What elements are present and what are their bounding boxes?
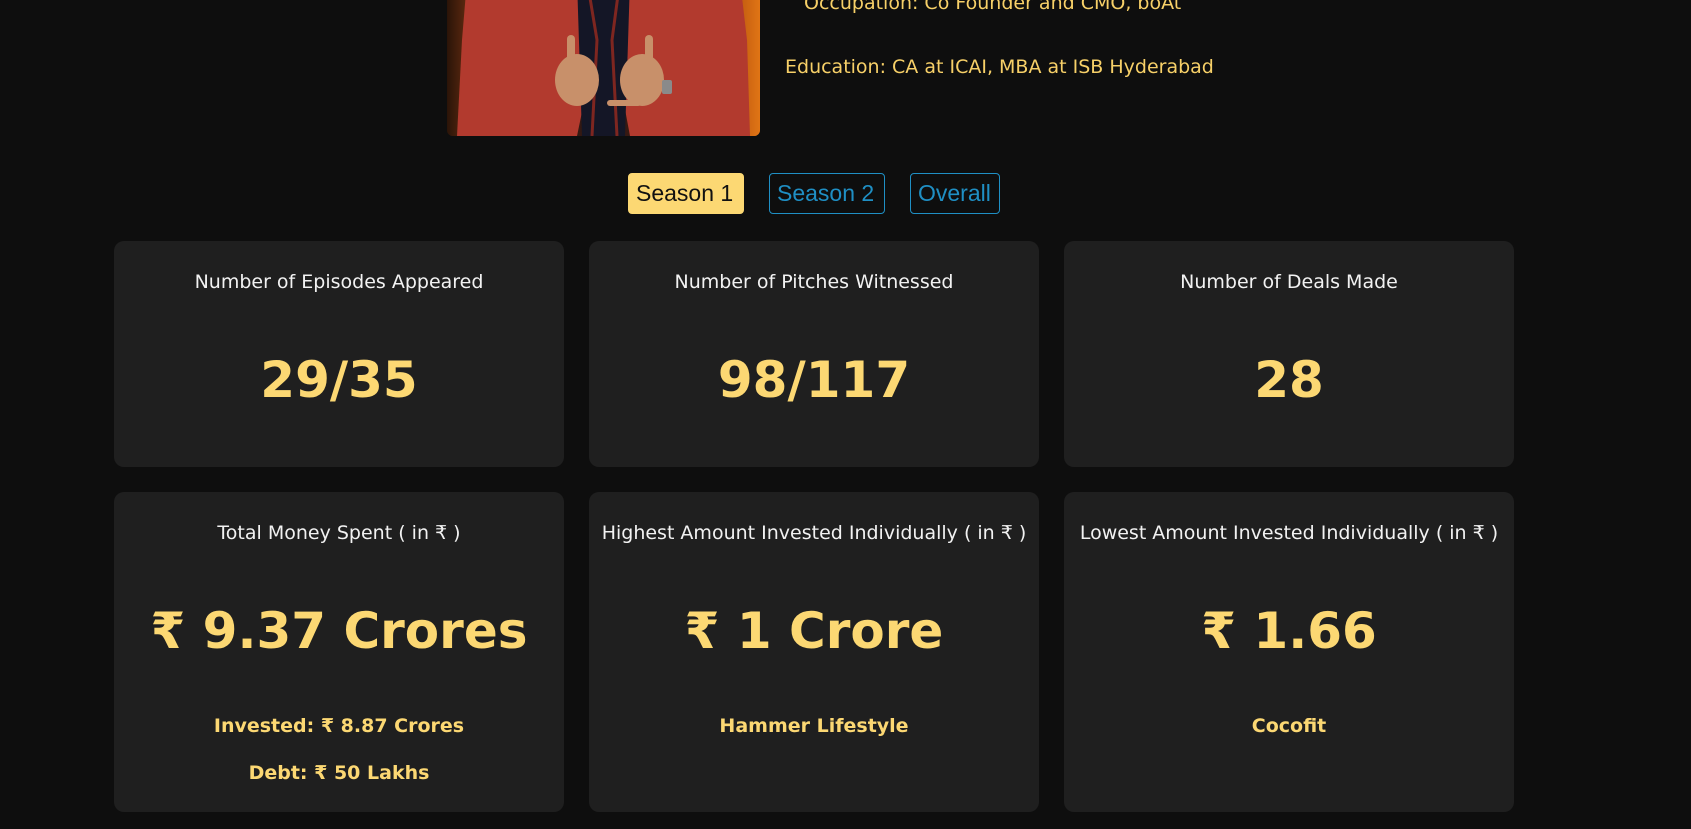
debt-amount: Debt: ₹ 50 Lakhs bbox=[248, 762, 430, 784]
card-title: Number of Deals Made bbox=[1180, 271, 1398, 293]
card-value: ₹ 9.37 Crores bbox=[150, 602, 528, 660]
lowest-investment-company: Cocofit bbox=[1251, 715, 1327, 737]
card-title: Number of Pitches Witnessed bbox=[674, 271, 954, 293]
shark-portrait-illustration bbox=[447, 0, 760, 136]
card-title: Highest Amount Invested Individually ( i… bbox=[601, 522, 1027, 544]
highest-investment-company: Hammer Lifestyle bbox=[719, 715, 909, 737]
invested-amount: Invested: ₹ 8.87 Crores bbox=[213, 715, 465, 737]
lowest-investment-card: Lowest Amount Invested Individually ( in… bbox=[1064, 492, 1514, 812]
highest-investment-card: Highest Amount Invested Individually ( i… bbox=[589, 492, 1039, 812]
profile-occupation: Occupation: Co Founder and CMO, boAt bbox=[804, 0, 1182, 14]
profile-education: Education: CA at ICAI, MBA at ISB Hydera… bbox=[785, 56, 1214, 78]
card-title: Lowest Amount Invested Individually ( in… bbox=[1079, 522, 1499, 544]
card-value: 28 bbox=[1254, 351, 1324, 409]
tab-overall[interactable]: Overall bbox=[910, 173, 1000, 214]
tab-season-1[interactable]: Season 1 bbox=[628, 173, 744, 214]
card-value: 29/35 bbox=[260, 351, 418, 409]
total-money-card: Total Money Spent ( in ₹ ) ₹ 9.37 Crores… bbox=[114, 492, 564, 812]
card-title: Number of Episodes Appeared bbox=[194, 271, 484, 293]
episodes-card: Number of Episodes Appeared 29/35 bbox=[114, 241, 564, 467]
card-value: 98/117 bbox=[717, 351, 911, 409]
tab-season-2[interactable]: Season 2 bbox=[769, 173, 885, 214]
card-value: ₹ 1 Crore bbox=[684, 602, 944, 660]
shark-profile-photo bbox=[447, 0, 760, 136]
card-title: Total Money Spent ( in ₹ ) bbox=[217, 522, 461, 544]
deals-card: Number of Deals Made 28 bbox=[1064, 241, 1514, 467]
pitches-card: Number of Pitches Witnessed 98/117 bbox=[589, 241, 1039, 467]
season-tabs: Season 1 Season 2 Overall bbox=[0, 173, 1691, 216]
card-value: ₹ 1.66 bbox=[1201, 602, 1377, 660]
